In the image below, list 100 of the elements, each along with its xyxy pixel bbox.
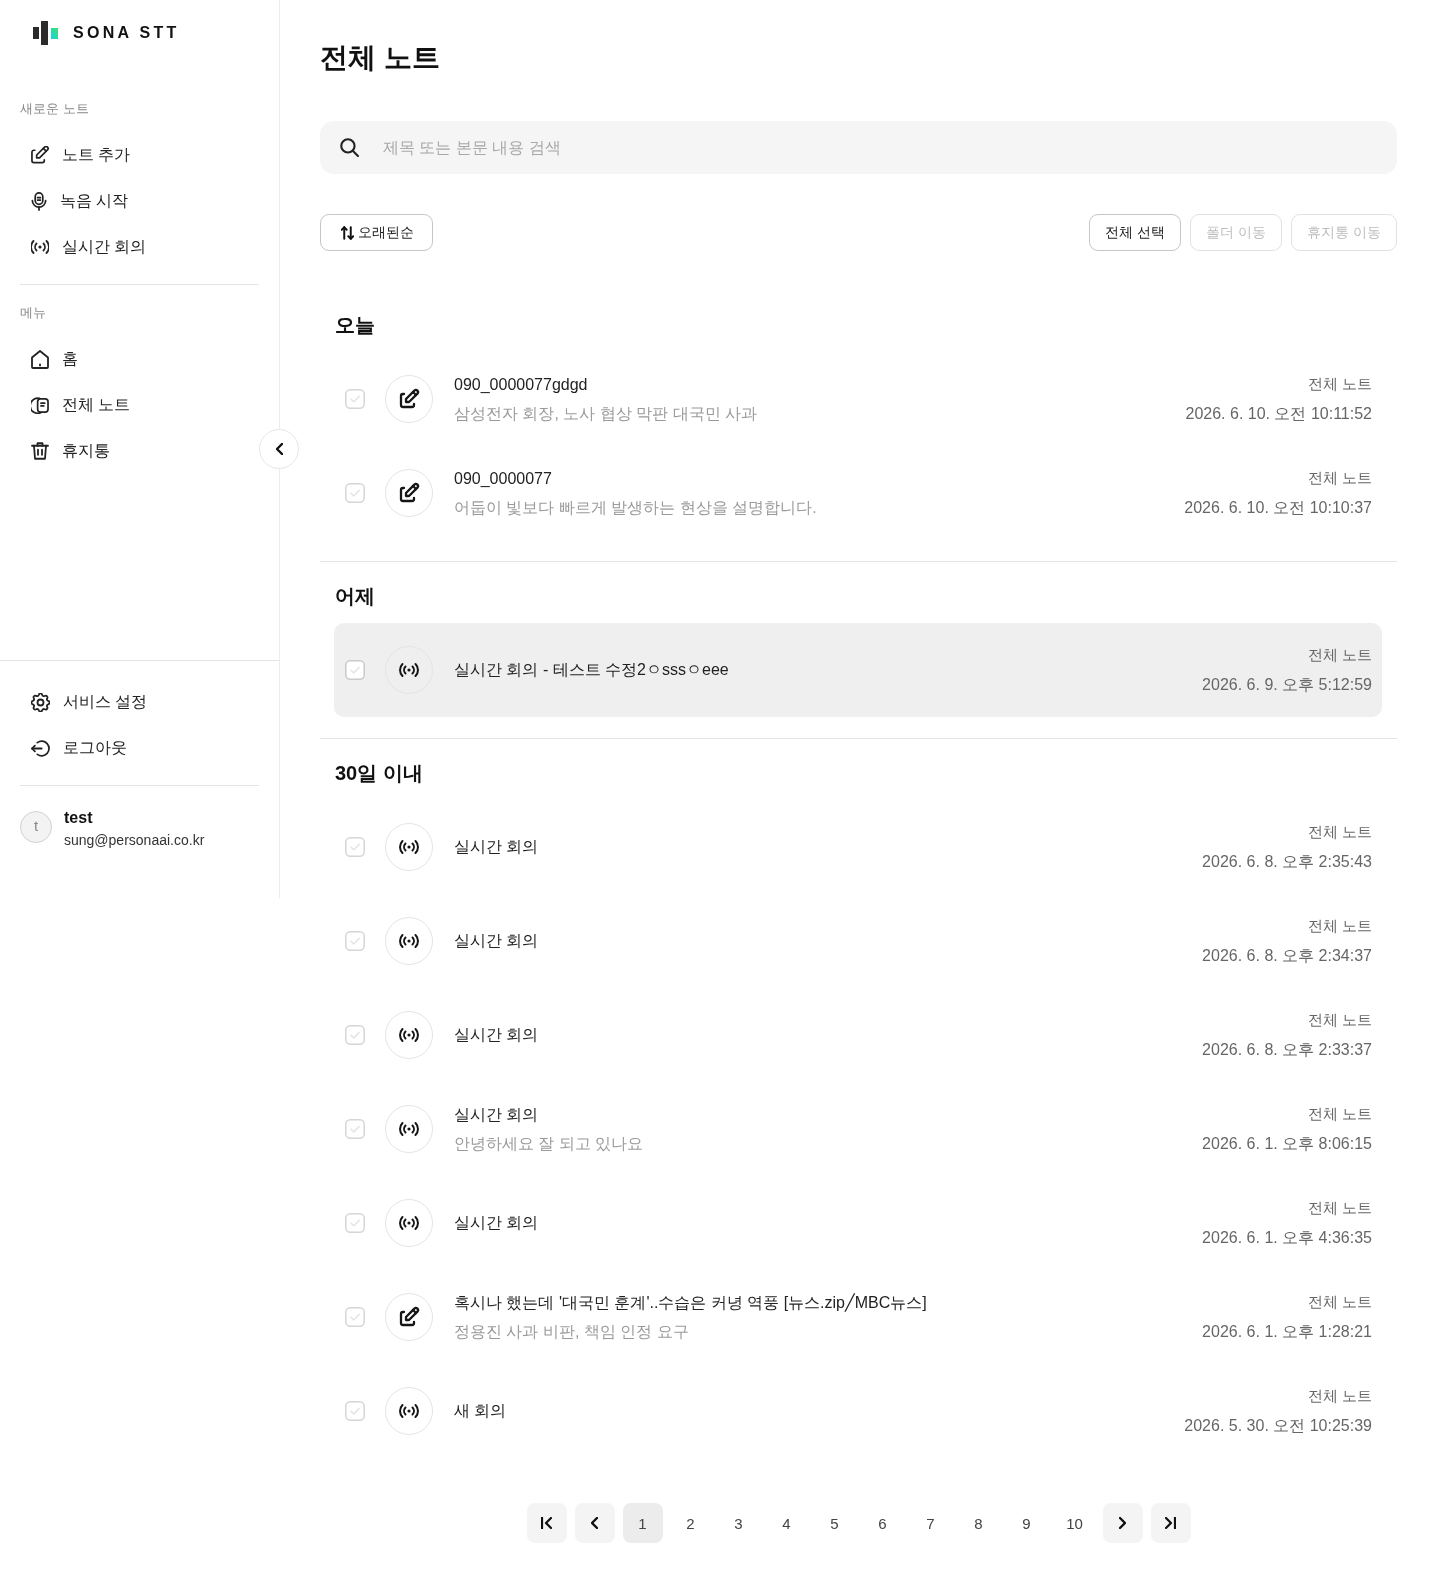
broadcast-icon <box>31 240 49 254</box>
broadcast-icon <box>385 1011 433 1059</box>
page-button[interactable]: 6 <box>862 1503 903 1543</box>
folder-label: 전체 노트 <box>1307 1104 1372 1124</box>
logo-text: SONA STT <box>73 23 180 43</box>
folder-label: 전체 노트 <box>1307 645 1372 665</box>
sidebar-item[interactable]: 전체 노트 <box>20 382 259 428</box>
group-heading: 어제 <box>335 584 375 609</box>
page-title: 전체 노트 <box>320 41 440 75</box>
sidebar-item[interactable]: 녹음 시작 <box>20 178 259 224</box>
microphone-icon <box>31 191 47 211</box>
page-button[interactable]: 9 <box>1006 1503 1047 1543</box>
sidebar-item[interactable]: 실시간 회의 <box>20 224 259 270</box>
note-title: 실시간 회의 <box>454 837 539 857</box>
home-icon <box>31 349 49 369</box>
note-title: 혹시나 했는데 '대국민 훈계'..수습은 커녕 역풍 [뉴스.zip╱MBC뉴스] <box>454 1292 927 1314</box>
sort-button[interactable]: 오래된순 <box>320 214 433 251</box>
note-preview: 어둡이 빛보다 빠르게 발생하는 현상을 설명합니다. <box>454 497 817 518</box>
first-page-button[interactable] <box>526 1503 567 1543</box>
collapse-sidebar-button[interactable] <box>259 429 299 469</box>
checkbox[interactable] <box>345 837 365 857</box>
note-title: 실시간 회의 <box>454 1025 539 1045</box>
broadcast-icon <box>385 823 433 871</box>
checkbox[interactable] <box>345 1119 365 1139</box>
note-row[interactable]: 실시간 회의 - 테스트 수정2ㅇsssㅇeee 전체 노트 2026. 6. 9. 오후 5:12:59 <box>334 623 1382 717</box>
page-button[interactable]: 10 <box>1054 1503 1095 1543</box>
bar-chevron-left-icon <box>541 1517 552 1529</box>
checkbox[interactable] <box>345 389 365 409</box>
folder-label: 전체 노트 <box>1307 468 1372 488</box>
chevron-left-icon <box>591 1517 598 1529</box>
broadcast-icon <box>385 1199 433 1247</box>
sidebar-item[interactable]: 노트 추가 <box>20 132 259 178</box>
note-date: 2026. 5. 30. 오전 10:25:39 <box>1184 1416 1372 1436</box>
note-date: 2026. 6. 1. 오후 4:36:35 <box>1202 1228 1372 1248</box>
page-button[interactable]: 5 <box>814 1503 855 1543</box>
folder-label: 전체 노트 <box>1307 1198 1372 1218</box>
group-heading: 오늘 <box>335 313 375 338</box>
note-title: 실시간 회의 <box>454 1104 539 1125</box>
note-date: 2026. 6. 8. 오후 2:33:37 <box>1202 1040 1372 1060</box>
folder-label: 전체 노트 <box>1307 1292 1372 1312</box>
pencil-square-icon <box>31 146 49 164</box>
toolbar-button[interactable]: 전체 선택 <box>1089 214 1182 251</box>
note-title: 실시간 회의 <box>454 931 539 951</box>
trash-icon <box>31 442 49 460</box>
broadcast-icon <box>385 1105 433 1153</box>
checkbox[interactable] <box>345 1213 365 1233</box>
next-page-button[interactable] <box>1102 1503 1143 1543</box>
checkbox[interactable] <box>345 483 365 503</box>
page-button[interactable]: 2 <box>670 1503 711 1543</box>
folder-label: 전체 노트 <box>1307 916 1372 936</box>
group-heading: 30일 이내 <box>335 761 423 786</box>
folder-label: 전체 노트 <box>1307 1010 1372 1030</box>
sort-icon <box>341 225 354 240</box>
note-title: 새 회의 <box>454 1401 507 1421</box>
note-title: 실시간 회의 - 테스트 수정2ㅇsssㅇeee <box>454 660 729 680</box>
checkbox[interactable] <box>345 931 365 951</box>
broadcast-icon <box>385 1387 433 1435</box>
note-date: 2026. 6. 8. 오후 2:34:37 <box>1202 946 1372 966</box>
chevron-right-bar-icon <box>1165 1517 1176 1529</box>
note-title: 090_0000077 <box>454 468 552 489</box>
broadcast-icon <box>385 646 433 694</box>
user-name: test <box>64 808 93 828</box>
user-avatar: t <box>20 811 52 843</box>
user-email: sung@personaai.co.kr <box>64 831 205 850</box>
page-button[interactable]: 1 <box>622 1503 663 1543</box>
folder-label: 전체 노트 <box>1307 374 1372 394</box>
note-title: 실시간 회의 <box>454 1213 539 1233</box>
chevron-left-icon <box>275 443 283 455</box>
note-title: 090_0000077gdgd <box>454 374 588 395</box>
note-date: 2026. 6. 10. 오전 10:10:37 <box>1184 498 1372 518</box>
page-button[interactable]: 7 <box>910 1503 951 1543</box>
search-icon <box>340 138 359 157</box>
page-button[interactable]: 3 <box>718 1503 759 1543</box>
sidebar-item[interactable]: 휴지통 <box>20 428 259 474</box>
search-field[interactable]: 제목 또는 본문 내용 검색 <box>320 121 1397 174</box>
settings-icon <box>31 692 50 712</box>
last-page-button[interactable] <box>1150 1503 1191 1543</box>
section-label: 새로운 노트 <box>20 100 89 118</box>
note-date: 2026. 6. 1. 오후 8:06:15 <box>1202 1134 1372 1154</box>
chevron-right-icon <box>1119 1517 1126 1529</box>
note-preview: 삼성전자 회장, 노사 협상 막판 대국민 사과 <box>454 403 758 424</box>
sidebar-item[interactable]: 로그아웃 <box>20 725 259 771</box>
folder-label: 전체 노트 <box>1307 1386 1372 1406</box>
page-button[interactable]: 4 <box>766 1503 807 1543</box>
note-date: 2026. 6. 10. 오전 10:11:52 <box>1185 404 1372 424</box>
checkbox[interactable] <box>345 1307 365 1327</box>
checkbox[interactable] <box>345 1401 365 1421</box>
checkbox[interactable] <box>345 660 365 680</box>
note-preview: 정용진 사과 비판, 책임 인정 요구 <box>454 1321 689 1342</box>
folder-label: 전체 노트 <box>1307 822 1372 842</box>
documents-icon <box>31 396 49 414</box>
checkbox[interactable] <box>345 1025 365 1045</box>
logout-icon <box>31 739 50 757</box>
section-label: 메뉴 <box>20 304 46 322</box>
sidebar-item[interactable]: 홈 <box>20 336 259 382</box>
previous-page-button[interactable] <box>574 1503 615 1543</box>
note-date: 2026. 6. 8. 오후 2:35:43 <box>1202 852 1372 872</box>
page-button[interactable]: 8 <box>958 1503 999 1543</box>
note-date: 2026. 6. 1. 오후 1:28:21 <box>1202 1322 1372 1342</box>
sidebar-item[interactable]: 서비스 설정 <box>20 679 259 725</box>
